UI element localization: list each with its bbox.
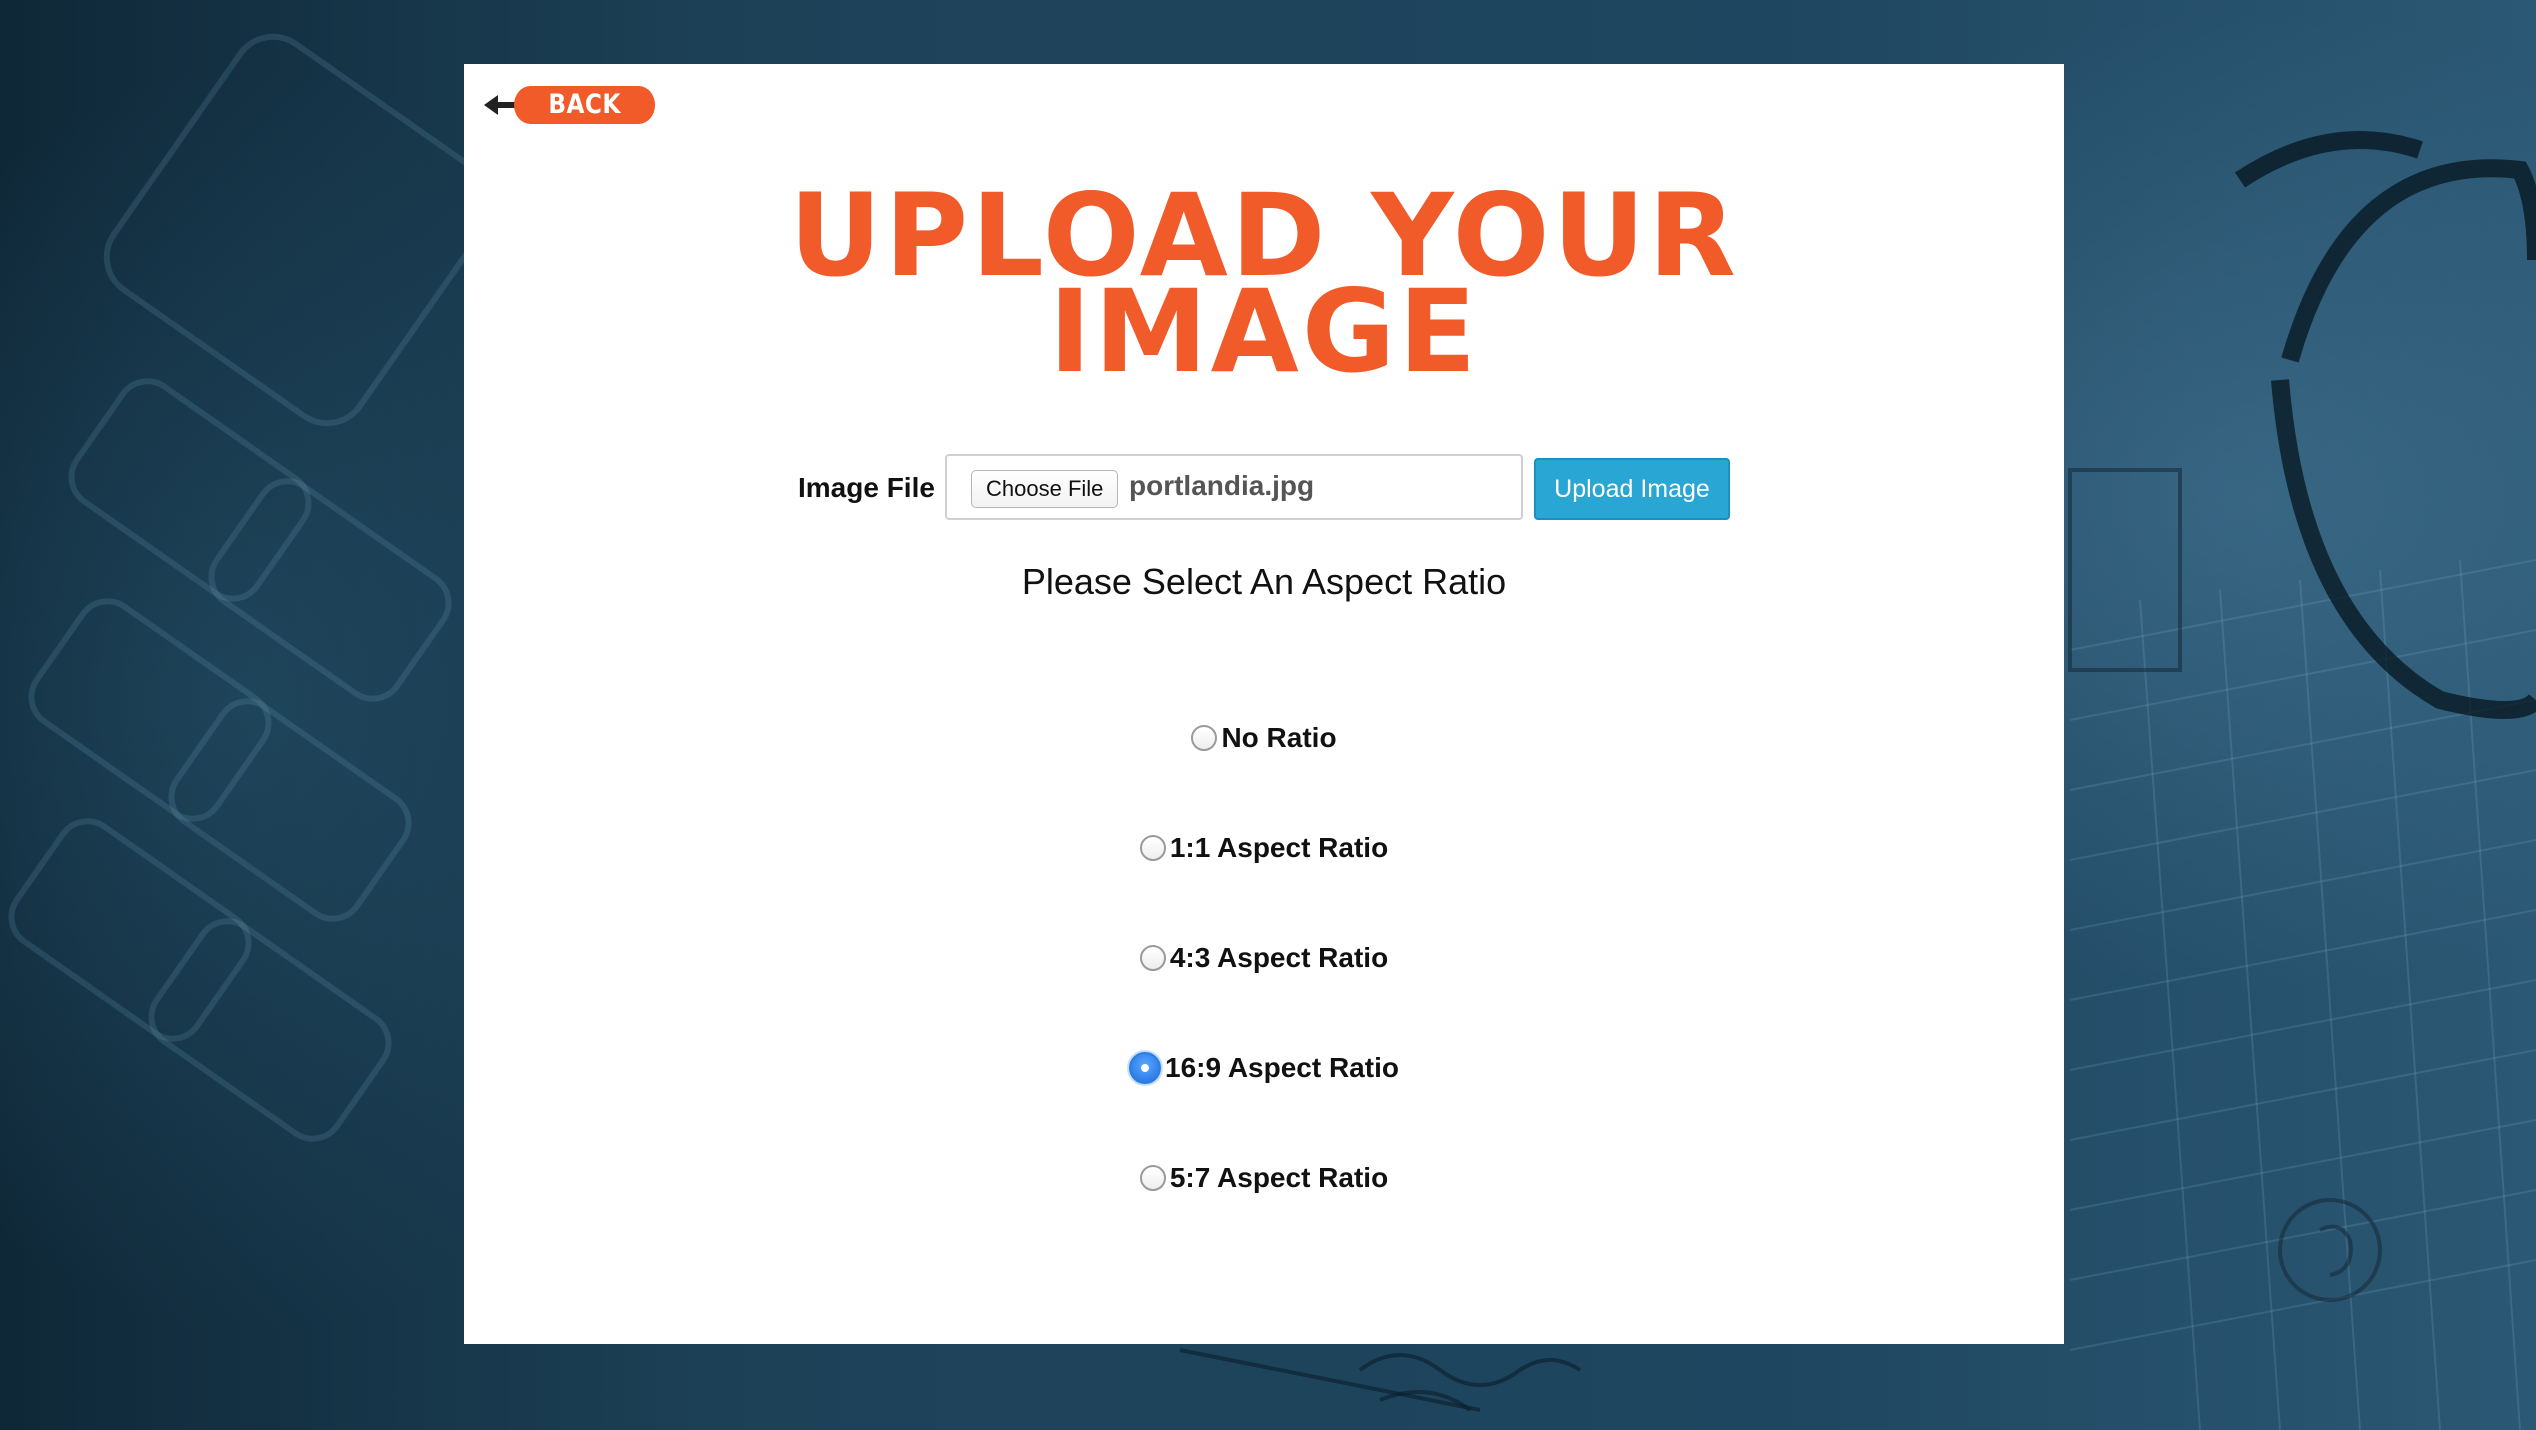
aspect-option-label: 5:7 Aspect Ratio	[1169, 1162, 1389, 1193]
aspect-option-5-7[interactable]: 5:7 Aspect Ratio	[464, 1156, 2064, 1200]
aspect-option-label: 16:9 Aspect Ratio	[1165, 1052, 1399, 1083]
image-file-row: Image File Choose File portlandia.jpg Up…	[464, 454, 2064, 524]
radio-no-ratio[interactable]	[1191, 725, 1218, 751]
aspect-option-label: No Ratio	[1221, 722, 1337, 753]
choose-file-button[interactable]: Choose File	[971, 470, 1119, 508]
aspect-option-4-3[interactable]: 4:3 Aspect Ratio	[464, 936, 2064, 980]
selected-file-name: portlandia.jpg	[1129, 470, 1315, 501]
aspect-option-no-ratio[interactable]: No Ratio	[464, 716, 2064, 760]
radio-1-1[interactable]	[1139, 835, 1166, 861]
aspect-option-1-1[interactable]: 1:1 Aspect Ratio	[464, 826, 2064, 870]
page-title-line-2: IMAGE	[1048, 265, 1480, 398]
aspect-option-16-9[interactable]: 16:9 Aspect Ratio	[464, 1046, 2064, 1090]
page-title: UPLOAD YOUR IMAGE	[464, 179, 2064, 398]
aspect-option-label: 1:1 Aspect Ratio	[1169, 832, 1389, 863]
back-button[interactable]: BACK	[484, 82, 678, 128]
upload-image-button[interactable]: Upload Image	[1534, 458, 1730, 520]
aspect-option-label: 4:3 Aspect Ratio	[1169, 942, 1389, 973]
radio-5-7[interactable]	[1139, 1165, 1166, 1191]
radio-16-9[interactable]	[1129, 1052, 1162, 1084]
radio-4-3[interactable]	[1139, 945, 1166, 971]
back-arrow-icon	[484, 94, 518, 116]
file-input[interactable]: Choose File portlandia.jpg	[945, 454, 1523, 520]
back-button-label[interactable]: BACK	[514, 86, 656, 124]
aspect-ratio-prompt: Please Select An Aspect Ratio	[1021, 561, 1507, 602]
upload-card: BACK UPLOAD YOUR IMAGE Image File Choose…	[464, 64, 2064, 1344]
image-file-label: Image File	[798, 472, 935, 503]
